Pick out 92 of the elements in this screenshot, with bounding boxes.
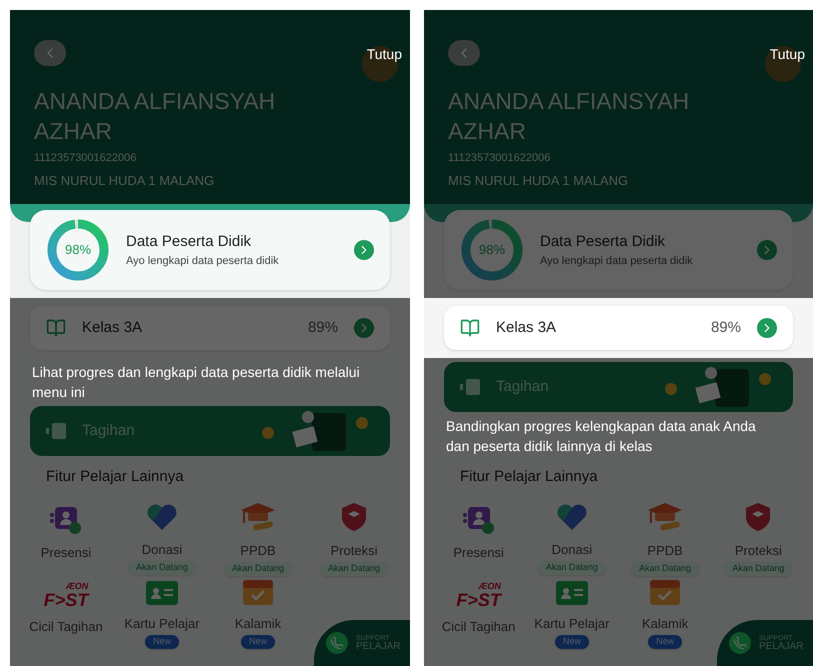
close-link[interactable]: Tutup [366, 44, 402, 65]
feature-item[interactable]: PPDB Akan Datang [618, 500, 712, 574]
feature-badge: Akan Datang [724, 562, 792, 576]
class-row[interactable]: Kelas 3A 89% [444, 306, 793, 350]
feature-item[interactable]: ÆON F>ST Cicil Tagihan [432, 574, 526, 648]
tour-tooltip-text: Lihat progres dan lengkapi data peserta didik melalui menu ini [31, 363, 361, 402]
chevron-icon [757, 318, 777, 338]
feature-badge: New [648, 635, 682, 648]
section-title: Fitur Pelajar Lainnya [460, 467, 599, 487]
feature-item[interactable]: Kalamik New [618, 574, 712, 648]
id-card-icon [554, 580, 589, 606]
section-title: Fitur Pelajar Lainnya [46, 467, 185, 487]
graduation-cap-icon [239, 500, 277, 532]
student-name: ANANDA ALFIANSYAH AZHAR [448, 87, 690, 146]
support-label: PELAJAR [759, 642, 804, 652]
class-row[interactable]: Kelas 3A 89% [30, 306, 390, 350]
feature-badge: Akan Datang [224, 562, 292, 576]
feature-item[interactable]: Kartu Pelajar New [114, 574, 210, 648]
feature-label: Donasi [552, 540, 592, 558]
feature-item[interactable]: Proteksi Akan Datang [712, 500, 805, 574]
heart-icon [145, 502, 179, 532]
data-card[interactable]: 98% Data Peserta Didik Ayo lengkapi data peserta didik [30, 210, 390, 290]
card-subtitle: Ayo lengkapi data peserta didik [540, 254, 694, 269]
class-label: Kelas 3A [82, 318, 144, 338]
card-subtitle: Ayo lengkapi data peserta didik [126, 254, 280, 269]
person-check-icon [462, 504, 496, 534]
feature-badge: New [554, 635, 589, 648]
card-title: Data Peserta Didik [126, 232, 252, 252]
chevron-icon [757, 240, 777, 260]
student-name: ANANDA ALFIANSYAH AZHAR [34, 87, 276, 146]
feature-item[interactable]: PPDB Akan Datang [210, 500, 306, 574]
feature-label: Donasi [142, 540, 182, 558]
feature-label: Kartu Pelajar [534, 614, 610, 633]
feature-label: Kartu Pelajar [124, 614, 200, 633]
graduation-cap-icon [646, 500, 684, 532]
invoice-icon [460, 378, 480, 396]
phone-icon [729, 632, 751, 654]
chevron-icon [354, 240, 374, 260]
chevron-icon [354, 318, 374, 338]
progress-percent: 98% [478, 241, 506, 260]
billing-banner[interactable]: Tagihan [30, 406, 390, 456]
close-link[interactable]: Tutup [770, 44, 805, 65]
feature-item[interactable]: Kalamik New [210, 574, 306, 648]
progress-percent: 98% [64, 241, 92, 260]
feature-badge: New [240, 635, 275, 648]
feature-badge: Akan Datang [631, 562, 700, 576]
feature-badge: Akan Datang [538, 561, 606, 574]
heart-icon [554, 502, 589, 532]
billing-label: Tagihan [82, 420, 136, 441]
feature-label: PPDB [647, 542, 683, 560]
feature-item[interactable]: Presensi [432, 500, 526, 574]
back-button[interactable] [34, 40, 66, 66]
student-id: 11123573001622006 [34, 151, 138, 166]
tour-tooltip-text: Bandingkan progres kelengkapan data anak Anda dan peserta didik lainnya di kelas [445, 417, 757, 456]
class-percent: 89% [308, 318, 338, 338]
feature-item[interactable]: Kartu Pelajar New [525, 574, 618, 648]
feature-label: Cicil Tagihan [442, 618, 516, 636]
feature-item[interactable]: Proteksi Akan Datang [306, 500, 402, 574]
feature-label: Proteksi [734, 542, 782, 560]
data-card[interactable]: 98% Data Peserta Didik Ayo lengkapi data peserta didik [444, 210, 793, 290]
class-label: Kelas 3A [496, 318, 558, 338]
feature-label: Cicil Tagihan [29, 618, 103, 636]
billing-banner[interactable]: Tagihan [444, 362, 793, 412]
feature-badge: Akan Datang [128, 561, 196, 574]
book-icon [460, 318, 480, 338]
feature-item[interactable]: Donasi Akan Datang [525, 500, 618, 574]
back-button[interactable] [448, 40, 480, 66]
school-name: MIS NURUL HUDA 1 MALANG [34, 172, 216, 190]
phone-icon [326, 632, 348, 654]
id-card-icon [145, 580, 179, 606]
brand-logo: ÆON F>ST [44, 582, 88, 608]
support-label: PELAJAR [356, 642, 400, 652]
feature-item[interactable]: ÆON F>ST Cicil Tagihan [18, 574, 114, 648]
brand-logo: ÆON F>ST [456, 582, 501, 608]
feature-label: Proteksi [330, 542, 378, 560]
feature-badge: New [144, 635, 179, 648]
feature-label: Presensi [40, 544, 92, 562]
feature-label: Kalamik [234, 614, 282, 632]
person-check-icon [49, 504, 83, 534]
feature-label: PPDB [240, 542, 276, 560]
feature-label: Kalamik [642, 614, 688, 632]
feature-item[interactable]: Donasi Akan Datang [114, 500, 210, 574]
card-title: Data Peserta Didik [540, 232, 666, 252]
student-id: 11123573001622006 [448, 151, 552, 166]
invoice-icon [46, 422, 66, 440]
class-percent: 89% [710, 318, 741, 338]
feature-badge: Akan Datang [320, 562, 388, 576]
billing-label: Tagihan [496, 376, 550, 397]
feature-item[interactable]: Presensi [18, 500, 114, 574]
school-name: MIS NURUL HUDA 1 MALANG [448, 172, 630, 190]
book-icon [46, 318, 66, 338]
feature-label: Presensi [453, 544, 504, 562]
